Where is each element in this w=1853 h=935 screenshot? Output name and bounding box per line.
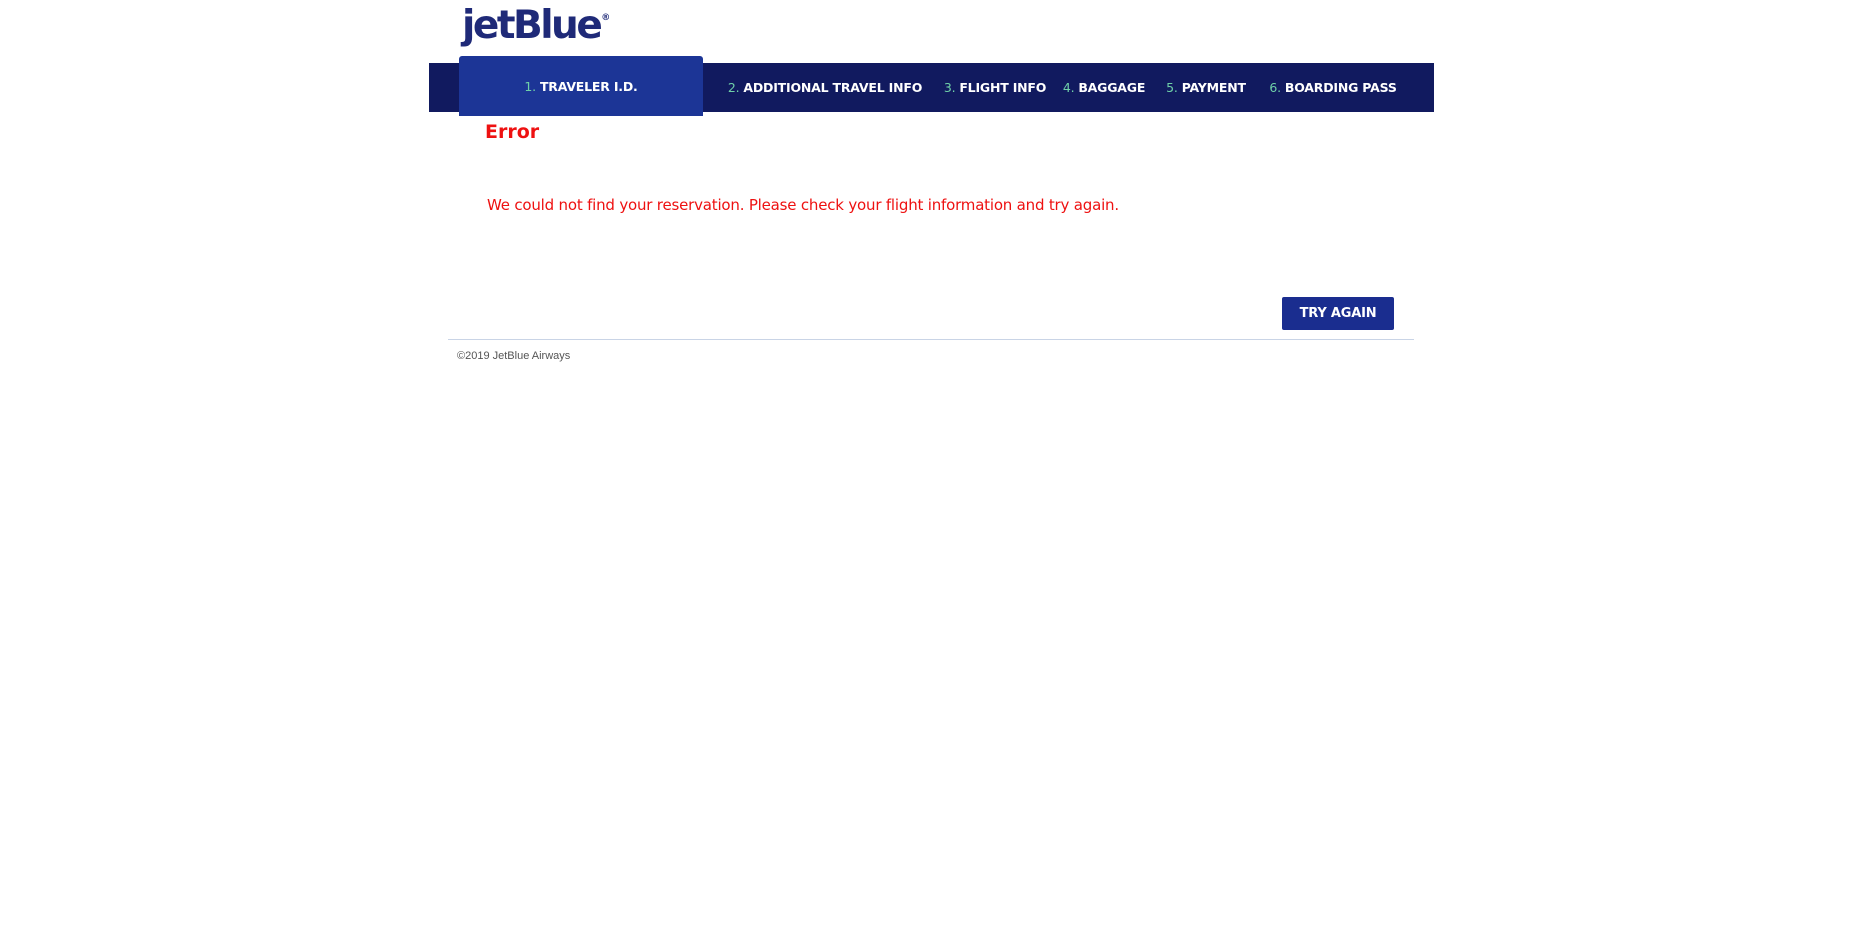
step-number: 2. [727,80,740,95]
jetblue-logo[interactable]: jetBlue® [462,3,611,48]
step-additional-travel-info[interactable]: 2. ADDITIONAL TRAVEL INFO [725,63,925,112]
error-message: We could not find your reservation. Plea… [487,196,1119,214]
step-baggage[interactable]: 4. BAGGAGE [1062,63,1146,112]
step-number: 4. [1062,80,1075,95]
step-label: FLIGHT INFO [959,80,1047,95]
step-number: 1. [524,78,536,94]
logo-registered-mark: ® [601,13,611,23]
try-again-button[interactable]: TRY AGAIN [1282,297,1394,330]
step-number: 5. [1166,80,1178,95]
step-traveler-id[interactable]: 1. TRAVELER I.D. [459,56,703,116]
step-label: TRAVELER I.D. [539,78,638,94]
logo-text: jetBlue [462,3,603,48]
step-number: 6. [1269,80,1281,95]
page: jetBlue® 1. TRAVELER I.D. 2. ADDITIONAL … [0,0,1853,935]
step-payment[interactable]: 5. PAYMENT [1164,63,1248,112]
copyright-text: ©2019 JetBlue Airways [457,350,571,362]
step-boarding-pass[interactable]: 6. BOARDING PASS [1268,63,1398,112]
step-number: 3. [943,80,956,95]
step-flight-info[interactable]: 3. FLIGHT INFO [943,63,1047,112]
step-label: PAYMENT [1181,80,1246,95]
step-label: BOARDING PASS [1284,80,1397,95]
step-label: ADDITIONAL TRAVEL INFO [743,80,923,95]
footer-divider [448,339,1414,340]
error-title: Error [485,121,540,143]
step-label: BAGGAGE [1078,80,1146,95]
